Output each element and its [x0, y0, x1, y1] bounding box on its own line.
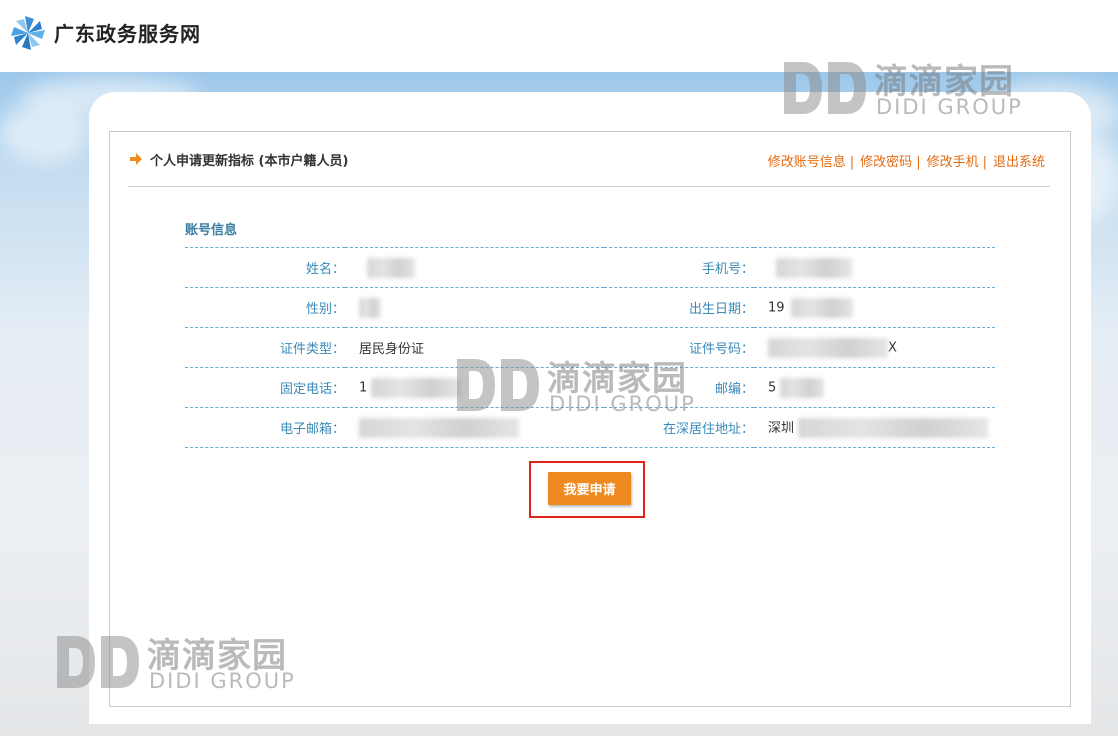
gender-label: 性别： [185, 287, 345, 328]
watermark-logo: 滴滴家园 DIDI GROUP [455, 353, 705, 417]
redacted-block [371, 377, 462, 398]
link-separator: | [849, 155, 855, 170]
birthdate-value: 19 [754, 287, 995, 328]
redacted-block [768, 337, 888, 358]
change-phone-link[interactable]: 修改手机 [927, 155, 979, 170]
watermark-logo: 滴滴家园 DIDI GROUP [55, 630, 305, 694]
email-label: 电子邮箱： [185, 407, 345, 448]
dd-watermark-icon [784, 62, 866, 114]
table-row: 姓名： 手机号： [185, 247, 995, 288]
redacted-block [776, 257, 852, 278]
redacted-block [359, 417, 519, 438]
birthdate-label: 出生日期： [604, 287, 754, 328]
link-separator: | [916, 155, 921, 170]
panel-title: 个人申请更新指标 (本市户籍人员) [150, 154, 349, 169]
postcode-value: 5 [754, 367, 995, 408]
address-value: 深圳 [754, 407, 995, 448]
watermark-logo: 滴滴家园 DIDI GROUP [782, 56, 1032, 120]
section-title: 账号信息 [185, 223, 238, 238]
phone-label: 手机号： [604, 247, 754, 288]
site-title[interactable]: 广东政务服务网 [54, 18, 201, 47]
logout-link[interactable]: 退出系统 [993, 155, 1045, 170]
table-row: 性别： 出生日期： 19 [185, 287, 995, 328]
landline-label: 固定电话： [185, 367, 345, 408]
edit-account-link[interactable]: 修改账号信息 [768, 155, 846, 170]
id-number-value: X [754, 327, 995, 368]
dd-watermark-icon [57, 636, 139, 688]
redacted-block [790, 297, 853, 318]
change-password-link[interactable]: 修改密码 [860, 155, 912, 170]
watermark-en-text: DIDI GROUP [549, 392, 696, 416]
redacted-block [359, 297, 381, 318]
watermark-en-text: DIDI GROUP [876, 95, 1023, 119]
id-type-label: 证件类型： [185, 327, 345, 368]
dd-watermark-icon [457, 359, 539, 411]
account-links: 修改账号信息 | 修改密码 | 修改手机 | 退出系统 [768, 151, 1045, 170]
account-info-table: 姓名： 手机号： 性别： 出生日期： 19 证件类型： 居民身份证 证件号码： … [185, 247, 995, 448]
phone-value [754, 247, 995, 288]
redacted-block [798, 418, 989, 439]
name-label: 姓名： [185, 247, 345, 288]
link-separator: | [982, 155, 987, 170]
arrow-right-icon [130, 153, 142, 165]
gender-value [345, 287, 604, 328]
redacted-block [780, 377, 825, 398]
apply-button[interactable]: 我要申请 [548, 472, 631, 505]
redacted-block [367, 257, 415, 278]
name-value [345, 247, 604, 288]
watermark-en-text: DIDI GROUP [149, 669, 296, 693]
panel-divider [128, 186, 1050, 187]
pinwheel-logo-icon[interactable] [10, 15, 46, 51]
